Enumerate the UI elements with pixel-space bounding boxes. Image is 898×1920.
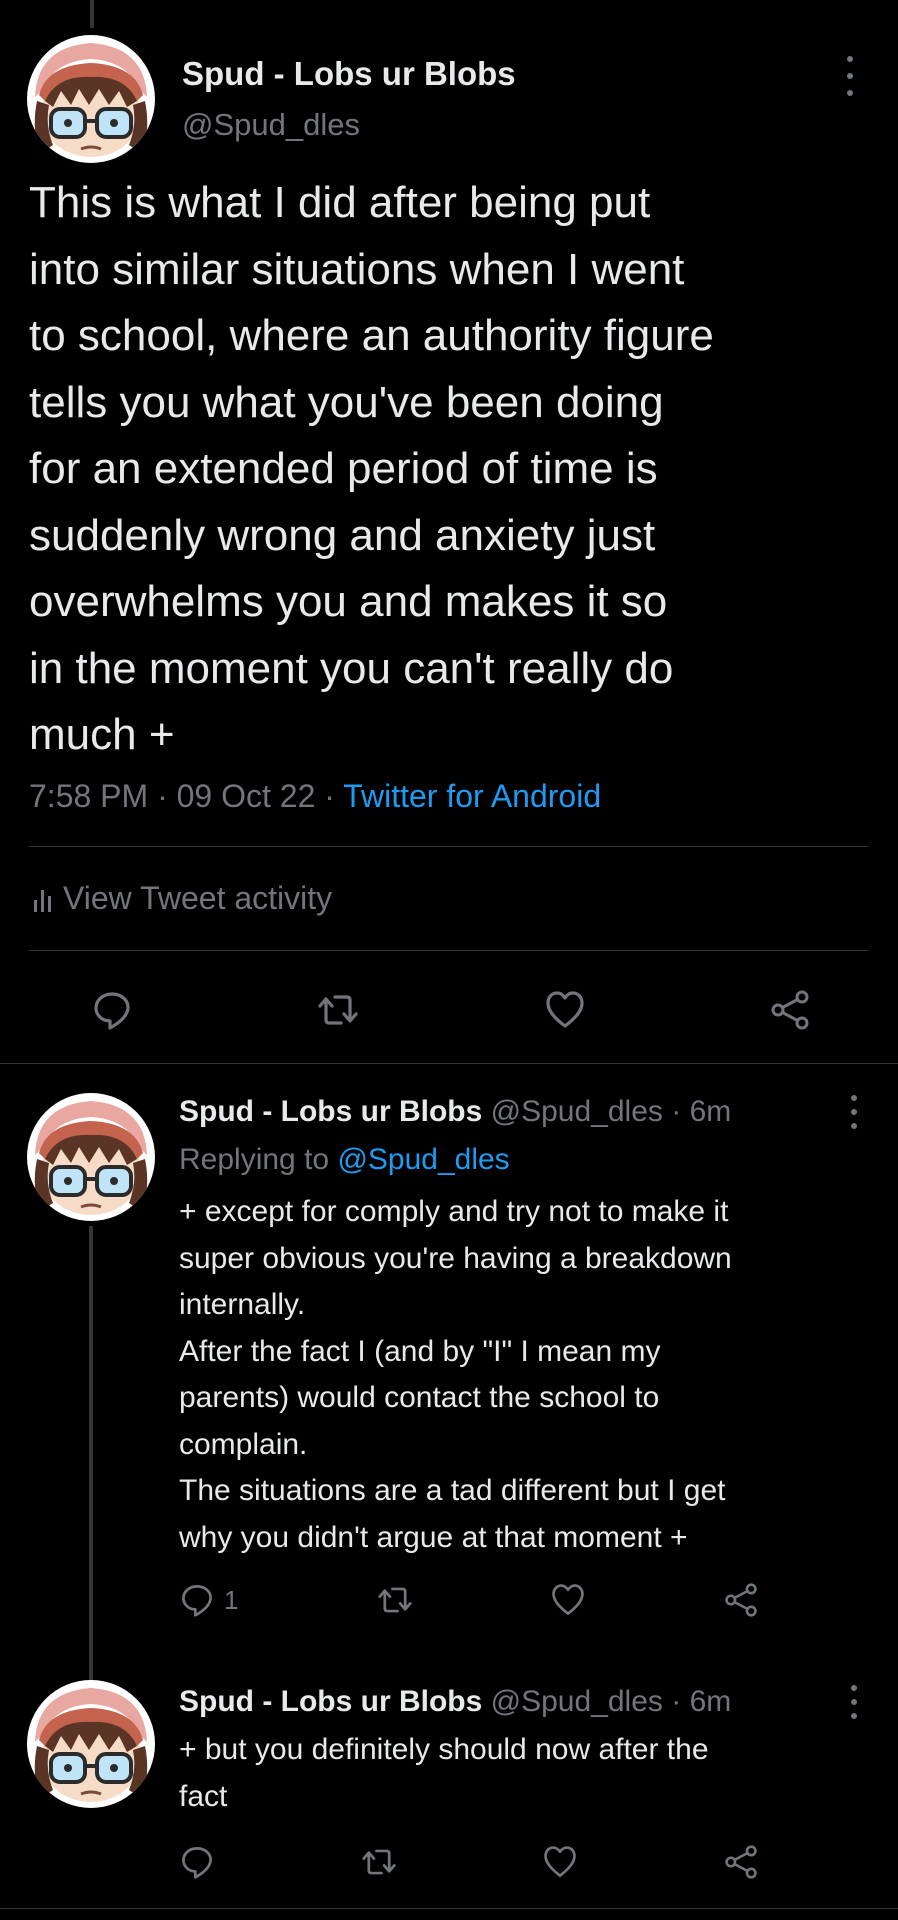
avatar-image	[27, 35, 155, 163]
like-button[interactable]	[543, 1845, 577, 1879]
tweet-action-bar: 1	[180, 1583, 758, 1617]
retweet-icon	[361, 1849, 396, 1875]
avatar[interactable]	[27, 1093, 155, 1221]
replying-to-label: Replying to	[179, 1143, 330, 1176]
reply-button[interactable]: 1	[180, 1583, 238, 1617]
like-icon	[546, 991, 584, 1028]
share-button[interactable]	[724, 1583, 758, 1617]
handle[interactable]: @Spud_dles	[491, 1095, 663, 1128]
tweet-source-link[interactable]: Twitter for Android	[343, 778, 601, 814]
reply-icon	[182, 1585, 212, 1617]
replying-to: Replying to @Spud_dles	[179, 1143, 510, 1177]
tweet-age[interactable]: · 6m	[671, 1095, 731, 1128]
reply-text: + except for comply and try not to make …	[179, 1195, 732, 1554]
tweet-action-bar	[92, 990, 810, 1030]
retweet-button[interactable]	[361, 1845, 397, 1879]
tweet-time[interactable]: 7:58 PM	[29, 778, 148, 814]
section-divider	[0, 1908, 898, 1909]
handle[interactable]: @Spud_dles	[491, 1685, 663, 1718]
display-name[interactable]: Spud - Lobs ur Blobs	[179, 1095, 482, 1128]
avatar-image	[27, 1093, 155, 1221]
share-button[interactable]	[724, 1845, 758, 1879]
divider	[29, 846, 869, 847]
avatar-image	[27, 1680, 155, 1808]
reply-icon	[94, 992, 130, 1030]
more-options-icon[interactable]	[842, 1685, 866, 1719]
retweet-icon	[318, 995, 358, 1025]
reply-text: + but you definitely should now after th…	[179, 1733, 709, 1813]
tweet-action-bar	[180, 1845, 758, 1879]
avatar[interactable]	[27, 35, 155, 163]
replying-to-mention[interactable]: @Spud_dles	[337, 1143, 509, 1176]
like-icon	[552, 1584, 585, 1615]
reply-icon	[182, 1847, 212, 1879]
like-button[interactable]	[545, 990, 585, 1030]
reply-button[interactable]	[180, 1845, 214, 1879]
tweet-date[interactable]: 09 Oct 22	[177, 778, 316, 814]
reply-count: 1	[224, 1584, 239, 1615]
view-tweet-activity-button[interactable]: View Tweet activity	[34, 880, 332, 917]
activity-label: View Tweet activity	[63, 880, 333, 916]
retweet-button[interactable]	[317, 990, 359, 1030]
more-options-icon[interactable]	[838, 56, 862, 96]
main-tweet: Spud - Lobs ur Blobs @Spud_dles This is …	[0, 0, 898, 1063]
reply-header: Spud - Lobs ur Blobs @Spud_dles · 6m	[179, 1685, 731, 1719]
display-name[interactable]: Spud - Lobs ur Blobs	[179, 1685, 482, 1718]
retweet-button[interactable]	[377, 1583, 413, 1617]
reply-header: Spud - Lobs ur Blobs @Spud_dles · 6m	[179, 1095, 731, 1129]
tweet-text: This is what I did after being put into …	[29, 178, 714, 759]
meta-separator: ·	[157, 778, 168, 814]
share-button[interactable]	[770, 990, 810, 1030]
reply-tweet[interactable]: Spud - Lobs ur Blobs @Spud_dles · 6m Rep…	[0, 1063, 898, 1738]
meta-separator: ·	[324, 778, 335, 814]
like-icon	[544, 1846, 577, 1877]
display-name[interactable]: Spud - Lobs ur Blobs	[182, 55, 516, 93]
avatar[interactable]	[27, 1680, 155, 1808]
tweet-age[interactable]: · 6m	[671, 1685, 731, 1718]
like-button[interactable]	[551, 1583, 585, 1617]
handle[interactable]: @Spud_dles	[182, 107, 360, 143]
retweet-icon	[378, 1587, 412, 1613]
tweet-metadata: 7:58 PM · 09 Oct 22 · Twitter for Androi…	[29, 778, 601, 815]
reply-button[interactable]	[92, 990, 132, 1030]
share-icon	[725, 1583, 757, 1617]
share-icon	[725, 1845, 757, 1879]
reply-tweet[interactable]: Spud - Lobs ur Blobs @Spud_dles · 6m + b…	[0, 1655, 898, 1920]
share-icon	[771, 990, 809, 1030]
divider	[29, 950, 869, 951]
analytics-icon	[34, 886, 51, 912]
more-options-icon[interactable]	[842, 1095, 866, 1129]
